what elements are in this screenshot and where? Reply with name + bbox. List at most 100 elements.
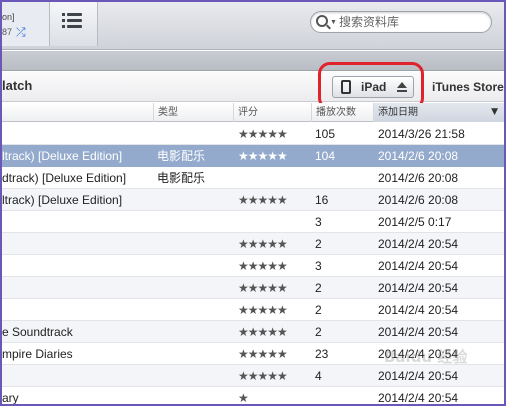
table-row[interactable]: ary ★ 2014/2/4 20:54 [2, 387, 504, 405]
table-row[interactable]: dtrack) [Deluxe Edition] 电影配乐 2014/2/6 20:… [2, 167, 504, 189]
table-row[interactable]: ★★★★★ 4 2014/2/4 20:54 [2, 365, 504, 387]
track-date-added: 2014/2/4 20:54 [378, 259, 459, 273]
column-header-name[interactable] [2, 103, 153, 122]
track-name [2, 123, 152, 145]
track-name: ary [2, 391, 19, 405]
track-date-added: 2014/2/6 20:08 [378, 193, 459, 207]
device-label: iPad [361, 80, 387, 94]
track-rating: ★★★★★ [238, 347, 288, 361]
track-genre [157, 123, 233, 145]
track-play-count: 2 [315, 303, 322, 317]
track-rating: ★★★★★ [238, 303, 288, 317]
library-header: latch iPad [2, 72, 504, 102]
track-name [2, 255, 152, 277]
track-date-added: 2014/2/4 20:54 [378, 281, 459, 295]
now-playing-time: 87 [2, 27, 13, 37]
track-genre [157, 189, 233, 211]
track-date-added: 2014/2/6 20:08 [378, 149, 459, 163]
search-input[interactable] [339, 13, 487, 31]
track-date-added: 2014/2/4 20:54 [378, 303, 459, 317]
table-row[interactable]: e Soundtrack ★★★★★ 2 2014/2/4 20:54 [2, 321, 504, 343]
track-genre [157, 211, 233, 233]
table-row[interactable]: 3 2014/2/5 0:17 [2, 211, 504, 233]
track-rating: ★★★★★ [238, 193, 288, 207]
table-row[interactable]: ★★★★★ 3 2014/2/4 20:54 [2, 255, 504, 277]
track-play-count: 3 [315, 259, 322, 273]
search-icon [316, 15, 328, 27]
track-genre [157, 387, 233, 404]
table-row[interactable]: ★★★★★ 105 2014/3/26 21:58 [2, 123, 504, 145]
column-header-rating[interactable]: 评分 [233, 103, 311, 122]
track-rating: ★ [238, 391, 249, 405]
column-header-date-added[interactable]: 添加日期 ▼ [373, 103, 504, 122]
top-toolbar: on] 87 ⤮ ▼ [2, 2, 504, 50]
track-name [2, 277, 152, 299]
now-playing-display[interactable]: on] 87 ⤮ [2, 2, 50, 46]
column-header-plays[interactable]: 播放次数 [311, 103, 373, 122]
track-date-added: 2014/2/4 20:54 [378, 237, 459, 251]
track-name: ltrack) [Deluxe Edition] [2, 149, 123, 163]
track-name [2, 233, 152, 255]
track-play-count: 4 [315, 369, 322, 383]
column-header-row: 类型 评分 播放次数 添加日期 ▼ [2, 103, 504, 122]
track-play-count: 23 [315, 347, 329, 361]
search-field[interactable]: ▼ [310, 11, 492, 33]
track-name [2, 211, 152, 233]
page-title: latch [2, 78, 33, 93]
track-play-count: 2 [315, 281, 322, 295]
table-row[interactable]: ltrack) [Deluxe Edition] ★★★★★ 16 2014/2/6 … [2, 189, 504, 211]
track-genre [157, 299, 233, 321]
shuffle-icon[interactable]: ⤮ [16, 25, 26, 40]
track-play-count: 3 [315, 215, 322, 229]
track-genre: 电影配乐 [157, 171, 206, 185]
track-genre: 电影配乐 [157, 149, 206, 163]
track-name: e Soundtrack [2, 325, 73, 339]
track-name: dtrack) [Deluxe Edition] [2, 171, 127, 185]
track-play-count: 16 [315, 193, 329, 207]
track-rating: ★★★★★ [238, 259, 288, 273]
track-play-count: 104 [315, 149, 336, 163]
ipad-device-button[interactable]: iPad [332, 76, 414, 98]
chevron-down-icon[interactable]: ▼ [330, 19, 337, 26]
watermark: Baidu 经验 [384, 348, 468, 366]
toolbar-strip [2, 51, 504, 71]
track-rating: ★★★★★ [238, 149, 288, 163]
table-row[interactable]: ★★★★★ 2 2014/2/4 20:54 [2, 277, 504, 299]
date-added-label: 添加日期 [378, 107, 418, 118]
column-header-genre[interactable]: 类型 [153, 103, 233, 122]
track-genre [157, 233, 233, 255]
track-genre [157, 343, 233, 365]
itunes-store-button[interactable]: iTunes Store [432, 80, 504, 94]
ipad-icon [341, 80, 351, 94]
itunes-window: on] 87 ⤮ ▼ latch iPad iTunes Store 类 [0, 0, 506, 406]
track-date-added: 2014/2/4 20:54 [378, 325, 459, 339]
track-date-added: 2014/2/4 20:54 [378, 369, 459, 383]
track-rating: ★★★★★ [238, 369, 288, 383]
list-icon [62, 13, 82, 29]
track-play-count: 2 [315, 237, 322, 251]
track-name [2, 365, 152, 387]
track-rating [238, 211, 310, 233]
table-row[interactable]: ★★★★★ 2 2014/2/4 20:54 [2, 299, 504, 321]
track-name: mpire Diaries [2, 347, 73, 361]
track-rating: ★★★★★ [238, 127, 288, 141]
track-genre [157, 321, 233, 343]
track-rating: ★★★★★ [238, 281, 288, 295]
track-play-count [315, 387, 371, 404]
track-date-added: 2014/2/5 0:17 [378, 215, 452, 229]
track-date-added: 2014/2/4 20:54 [378, 391, 459, 405]
table-row[interactable]: ltrack) [Deluxe Edition] 电影配乐 ★★★★★ 104 2014… [2, 145, 504, 167]
track-date-added: 2014/2/6 20:08 [378, 171, 459, 185]
track-name [2, 299, 152, 321]
list-view-button[interactable] [50, 2, 98, 46]
track-rating [238, 167, 310, 189]
track-genre [157, 365, 233, 387]
track-date-added: 2014/3/26 21:58 [378, 127, 465, 141]
table-row[interactable]: ★★★★★ 2 2014/2/4 20:54 [2, 233, 504, 255]
track-rating: ★★★★★ [238, 237, 288, 251]
track-rating: ★★★★★ [238, 325, 288, 339]
track-play-count: 105 [315, 127, 336, 141]
eject-icon[interactable] [397, 82, 407, 92]
track-play-count [315, 167, 371, 189]
track-play-count: 2 [315, 325, 322, 339]
